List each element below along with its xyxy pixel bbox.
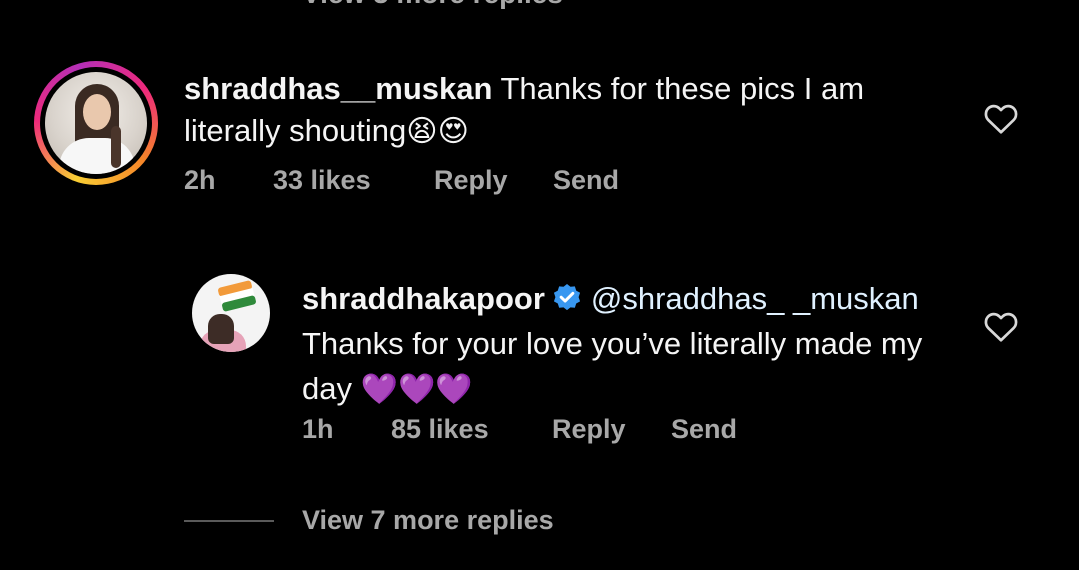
reply-text: shraddhakapoor @shraddhas_ _muskan Thank…: [302, 276, 942, 412]
comment-likes[interactable]: 33 likes: [273, 165, 434, 196]
comments-page: View 5 more replies shraddhas__muskan Th…: [0, 0, 1079, 570]
heart-outline-icon[interactable]: [983, 309, 1019, 343]
reply-emojis: 💜💜💜: [360, 372, 473, 407]
verified-badge-icon: [553, 284, 580, 311]
replies-divider: [184, 520, 274, 522]
avatar-story-ring[interactable]: [34, 61, 158, 185]
reply-username[interactable]: shraddhakapoor: [302, 281, 545, 316]
comment-meta: 2h 33 likes Reply Send: [184, 165, 619, 196]
avatar: [45, 72, 147, 174]
send-button[interactable]: Send: [671, 414, 737, 445]
reply-time[interactable]: 1h: [302, 414, 391, 445]
send-button[interactable]: Send: [553, 165, 619, 196]
reply-likes[interactable]: 85 likes: [391, 414, 552, 445]
reply-meta: 1h 85 likes Reply Send: [302, 414, 737, 445]
view-more-replies-top[interactable]: View 5 more replies: [302, 0, 563, 10]
comment-username[interactable]: shraddhas__muskan: [184, 71, 492, 106]
reply-button[interactable]: Reply: [434, 165, 553, 196]
comment-time[interactable]: 2h: [184, 165, 273, 196]
reply-mention[interactable]: @shraddhas_ _muskan: [591, 281, 919, 316]
comment-text: shraddhas__muskan Thanks for these pics …: [184, 68, 954, 153]
reply-button[interactable]: Reply: [552, 414, 671, 445]
comment-emojis: 😫😍: [406, 114, 469, 149]
heart-outline-icon[interactable]: [983, 101, 1019, 135]
view-more-replies-button[interactable]: View 7 more replies: [302, 505, 554, 536]
avatar[interactable]: [192, 274, 270, 352]
